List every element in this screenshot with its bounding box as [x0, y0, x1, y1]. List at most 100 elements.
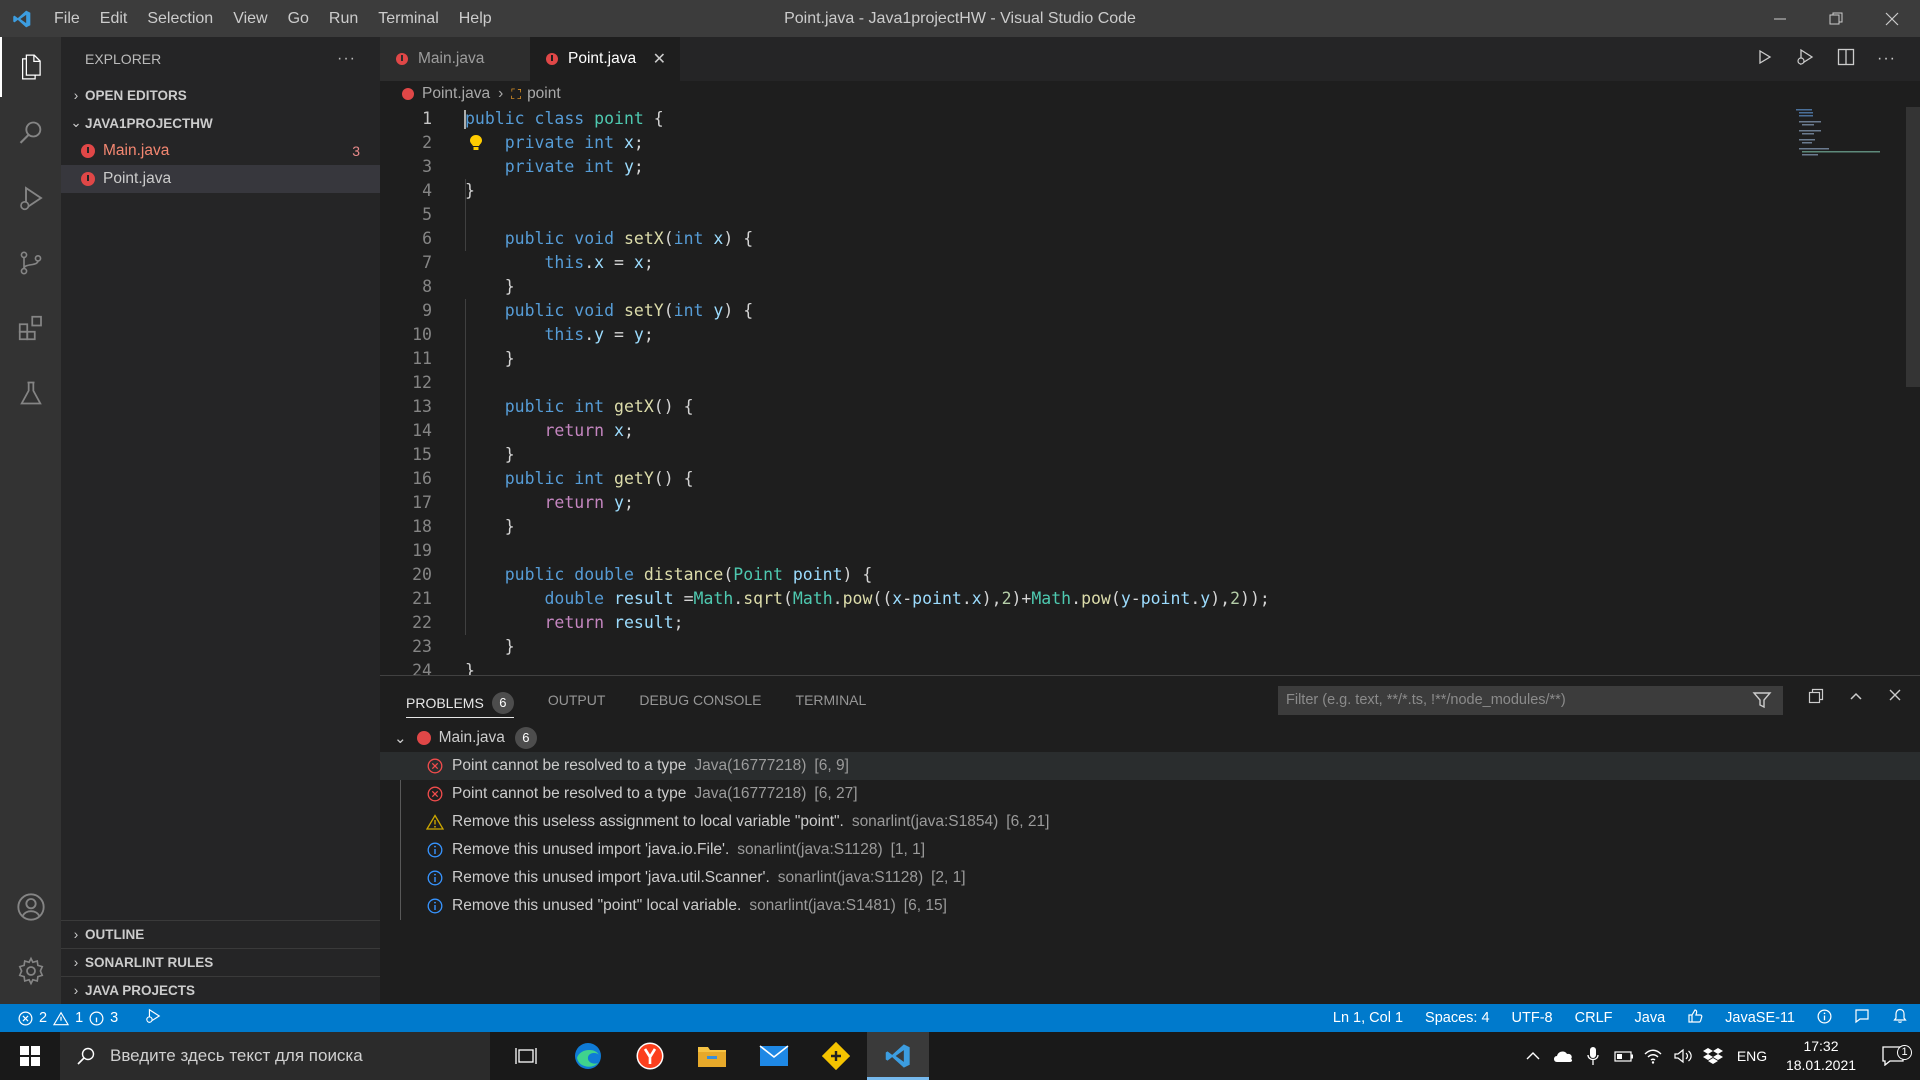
breadcrumb-symbol[interactable]: point — [527, 85, 561, 103]
explorer-icon[interactable] — [0, 37, 61, 97]
status-cursor-position[interactable]: Ln 1, Col 1 — [1333, 1010, 1403, 1026]
close-window-button[interactable] — [1864, 0, 1920, 37]
menu-view[interactable]: View — [223, 0, 277, 37]
file-item-point-java[interactable]: Point.java — [61, 165, 380, 193]
close-tab-icon[interactable]: ✕ — [653, 49, 666, 69]
accounts-icon[interactable] — [0, 877, 61, 937]
menu-edit[interactable]: Edit — [90, 0, 138, 37]
problem-message: Remove this useless assignment to local … — [452, 813, 844, 830]
status-encoding[interactable]: UTF-8 — [1512, 1010, 1553, 1026]
action-center-icon[interactable]: 1 — [1866, 1045, 1920, 1066]
wifi-icon[interactable] — [1638, 1048, 1668, 1064]
filter-icon[interactable] — [1752, 690, 1772, 715]
problem-item[interactable]: Remove this useless assignment to local … — [380, 808, 1920, 836]
collapse-all-icon[interactable] — [1808, 688, 1824, 709]
minimize-button[interactable] — [1752, 0, 1808, 37]
java-projects-section[interactable]: › JAVA PROJECTS — [61, 976, 380, 1004]
problem-item[interactable]: Remove this unused import 'java.io.File'… — [380, 836, 1920, 864]
tab-point-java[interactable]: Point.java ✕ — [530, 37, 680, 81]
status-java-version[interactable]: JavaSE-11 — [1725, 1010, 1795, 1026]
run-icon[interactable] — [1757, 49, 1773, 70]
debug-run-status-icon[interactable] — [144, 1008, 162, 1028]
sonarlint-rules-section[interactable]: › SONARLINT RULES — [61, 948, 380, 976]
maximize-panel-icon[interactable] — [1848, 688, 1864, 709]
chevron-down-icon: ⌄ — [394, 730, 407, 747]
task-view-icon[interactable] — [495, 1032, 557, 1080]
volume-icon[interactable] — [1668, 1048, 1698, 1064]
mail-icon[interactable] — [743, 1032, 805, 1080]
code-editor[interactable]: 1 public class point { 2 private int x; 3… — [380, 107, 1920, 675]
battery-icon[interactable] — [1608, 1049, 1638, 1063]
chevron-up-icon[interactable] — [1518, 1051, 1548, 1061]
error-icon — [426, 785, 444, 803]
source-control-icon[interactable] — [0, 233, 61, 293]
language-indicator[interactable]: ENG — [1728, 1048, 1776, 1064]
close-panel-icon[interactable] — [1888, 688, 1902, 709]
outline-section[interactable]: › OUTLINE — [61, 920, 380, 948]
project-section[interactable]: ⌄ JAVA1PROJECTHW — [61, 109, 380, 137]
lightbulb-icon[interactable] — [468, 134, 484, 156]
status-eol[interactable]: CRLF — [1575, 1010, 1613, 1026]
more-actions-icon[interactable]: ··· — [1877, 50, 1896, 68]
status-problems[interactable]: 2 1 3 — [0, 1008, 162, 1028]
menu-help[interactable]: Help — [449, 0, 502, 37]
run-debug-icon[interactable] — [0, 168, 61, 228]
search-icon[interactable] — [0, 103, 61, 163]
code-line: public void setY(int y) { — [504, 301, 754, 320]
menu-terminal[interactable]: Terminal — [368, 0, 448, 37]
onedrive-cloud-icon[interactable] — [1548, 1049, 1578, 1063]
edge-browser-icon[interactable] — [557, 1032, 619, 1080]
warning-icon — [53, 1011, 70, 1025]
tab-main-java[interactable]: Main.java — [380, 37, 530, 81]
explorer-more-button[interactable]: ··· — [337, 50, 356, 68]
status-indentation[interactable]: Spaces: 4 — [1425, 1010, 1490, 1026]
problem-item[interactable]: Remove this unused import 'java.util.Sca… — [380, 864, 1920, 892]
breadcrumb-file[interactable]: Point.java — [422, 85, 490, 103]
problems-file-group[interactable]: ⌄ Main.java 6 — [380, 724, 1920, 752]
microphone-icon[interactable] — [1578, 1046, 1608, 1066]
dropbox-icon[interactable] — [1698, 1047, 1728, 1065]
problem-message: Remove this unused import 'java.io.File'… — [452, 841, 730, 858]
vscode-taskbar-icon[interactable] — [867, 1032, 929, 1080]
menu-selection[interactable]: Selection — [137, 0, 223, 37]
search-icon — [77, 1047, 95, 1065]
minimap[interactable] — [1796, 107, 1886, 167]
taskbar-search-input[interactable]: Введите здесь текст для поиска — [60, 1032, 490, 1080]
testing-flask-icon[interactable] — [0, 363, 61, 423]
thumbs-up-icon[interactable] — [1687, 1008, 1703, 1028]
settings-gear-icon[interactable] — [0, 941, 61, 1001]
extensions-icon[interactable] — [0, 298, 61, 358]
restore-button[interactable] — [1808, 0, 1864, 37]
pinned-app-icon[interactable] — [805, 1032, 867, 1080]
split-editor-icon[interactable] — [1837, 48, 1855, 71]
debug-run-icon[interactable] — [1795, 48, 1815, 71]
tab-terminal[interactable]: TERMINAL — [796, 676, 867, 724]
editor-scrollbar[interactable] — [1906, 107, 1920, 387]
problem-item[interactable]: Point cannot be resolved to a type Java(… — [380, 752, 1920, 780]
feedback-icon[interactable] — [1854, 1008, 1870, 1028]
problems-filter-input[interactable]: Filter (e.g. text, **/*.ts, !**/node_mod… — [1278, 686, 1783, 715]
windows-start-icon[interactable] — [0, 1032, 60, 1080]
problems-count-badge: 6 — [491, 691, 514, 714]
file-item-main-java[interactable]: Main.java 3 — [61, 137, 380, 165]
menu-bar: File Edit Selection View Go Run Terminal… — [44, 0, 502, 37]
tab-debug-console[interactable]: DEBUG CONSOLE — [639, 676, 761, 724]
menu-file[interactable]: File — [44, 0, 90, 37]
problem-item[interactable]: Point cannot be resolved to a type Java(… — [380, 780, 1920, 808]
menu-run[interactable]: Run — [319, 0, 368, 37]
open-editors-section[interactable]: › OPEN EDITORS — [61, 81, 380, 109]
problem-item[interactable]: Remove this unused "point" local variabl… — [380, 892, 1920, 920]
file-explorer-icon[interactable] — [681, 1032, 743, 1080]
info-status-icon[interactable] — [1817, 1009, 1832, 1028]
menu-go[interactable]: Go — [278, 0, 319, 37]
chevron-right-icon: › — [498, 85, 504, 102]
yandex-browser-icon[interactable] — [619, 1032, 681, 1080]
tab-label: Main.java — [418, 50, 485, 67]
sonarlint-rules-label: SONARLINT RULES — [85, 955, 214, 970]
tab-label: TERMINAL — [795, 692, 867, 708]
clock[interactable]: 17:32 18.01.2021 — [1776, 1037, 1866, 1075]
notifications-bell-icon[interactable] — [1892, 1008, 1908, 1028]
tab-output[interactable]: OUTPUT — [548, 676, 606, 724]
status-language[interactable]: Java — [1635, 1010, 1666, 1026]
tab-problems[interactable]: PROBLEMS 6 — [406, 688, 514, 718]
